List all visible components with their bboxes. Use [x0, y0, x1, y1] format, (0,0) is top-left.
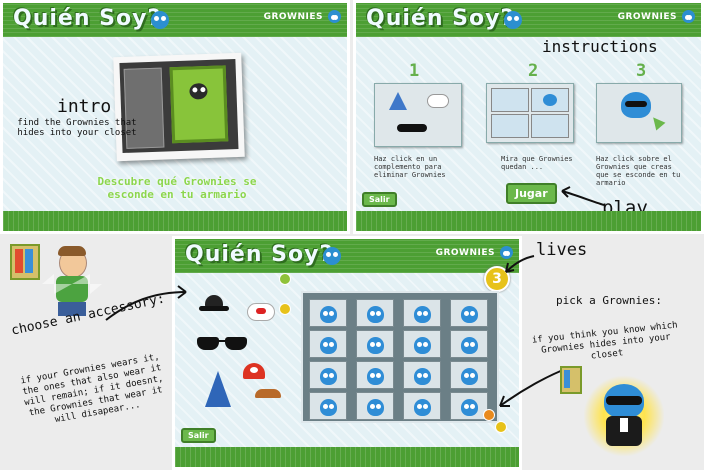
- instructions-footer: [356, 211, 701, 231]
- grownie-tile[interactable]: [403, 299, 441, 327]
- grownie-tile[interactable]: [356, 299, 394, 327]
- grownie-tile[interactable]: [309, 299, 347, 327]
- grownie-tile[interactable]: [356, 330, 394, 358]
- grownie-tile[interactable]: [309, 330, 347, 358]
- step-3-card: [596, 83, 682, 143]
- lives-arrow-icon: [505, 255, 535, 273]
- instructions-annotation: instructions: [542, 37, 658, 56]
- play-arrow-icon: [561, 186, 605, 206]
- cloud-accessory[interactable]: [247, 303, 275, 321]
- step-3-text: Haz click sobre el Grownies que creas qu…: [596, 155, 681, 187]
- intro-annotation-text: find the Grownies that hides into your c…: [17, 118, 137, 138]
- instructions-title: Quién Soy?: [366, 6, 515, 31]
- yellow-dot[interactable]: [495, 421, 507, 433]
- game-exit-button[interactable]: Salir: [181, 428, 216, 443]
- cloud-icon: [427, 94, 449, 108]
- lives-value: 3: [492, 271, 502, 287]
- instructions-panel: Quién Soy? GROWNIES instructions 1 2 3 H…: [353, 0, 704, 234]
- mini-closet-icon: [10, 244, 40, 280]
- grownie-tile[interactable]: [450, 361, 488, 389]
- step-1-number: 1: [409, 61, 420, 81]
- step-1-card: [374, 83, 462, 147]
- game-panel: Quién Soy? GROWNIES 3 Salir: [172, 236, 522, 470]
- intro-mascot-icon: [151, 11, 169, 29]
- sunglasses-accessory[interactable]: [197, 337, 247, 351]
- lives-annotation: lives: [536, 240, 588, 260]
- play-button[interactable]: Jugar: [506, 183, 557, 204]
- game-mascot-icon: [323, 247, 341, 265]
- grownie-tile[interactable]: [450, 330, 488, 358]
- step-1-text: Haz click en un complemento para elimina…: [374, 155, 446, 179]
- brand-bird-icon: [682, 10, 695, 23]
- grownie-mascot-sunglasses: [584, 374, 664, 458]
- grownie-in-closet: [169, 65, 229, 144]
- step-2-card: [486, 83, 574, 143]
- bowler-hat-accessory[interactable]: [199, 295, 229, 313]
- grownie-tile[interactable]: [356, 392, 394, 420]
- instructions-exit-button[interactable]: Salir: [362, 192, 397, 207]
- grownie-tile[interactable]: [403, 392, 441, 420]
- intro-subtitle: Descubre qué Grownies se esconde en tu a…: [97, 175, 257, 201]
- grownies-grid: [301, 291, 499, 423]
- grownie-tile[interactable]: [403, 330, 441, 358]
- step-2-number: 2: [528, 61, 539, 81]
- grownie-tile[interactable]: [403, 361, 441, 389]
- grownie-tile[interactable]: [356, 361, 394, 389]
- party-hat-icon: [389, 92, 407, 110]
- shuffle-dot[interactable]: [279, 273, 291, 285]
- intro-panel: Quién Soy? GROWNIES intro find the Grown…: [0, 0, 350, 234]
- game-footer: [175, 447, 519, 467]
- instructions-brand-logo: GROWNIES: [617, 12, 677, 22]
- instructions-mascot-icon: [504, 11, 522, 29]
- intro-annotation-title: intro: [57, 96, 112, 117]
- grownie-tile-icon: [531, 88, 569, 112]
- grownie-tile[interactable]: [309, 392, 347, 420]
- pick-explain-annotation: if you think you know which Grownies hid…: [531, 320, 679, 362]
- step-2-text: Mira que Grownies quedan ...: [501, 155, 573, 171]
- grownie-tile[interactable]: [309, 361, 347, 389]
- cursor-arrow-icon: [648, 113, 666, 131]
- brand-bird-icon: [328, 10, 341, 23]
- intro-brand-logo: GROWNIES: [263, 12, 323, 22]
- game-brand-logo: GROWNIES: [435, 248, 495, 258]
- grownie-tile[interactable]: [450, 299, 488, 327]
- mini-closet-icon-right: [560, 366, 582, 394]
- party-hat-accessory[interactable]: [205, 371, 231, 407]
- sunglasses-icon: [397, 124, 427, 132]
- closet-image: [113, 52, 245, 162]
- game-title: Quién Soy?: [185, 242, 334, 267]
- intro-title: Quién Soy?: [13, 6, 162, 31]
- step-3-number: 3: [636, 61, 647, 81]
- close-dot[interactable]: [279, 303, 291, 315]
- intro-footer: [3, 211, 347, 231]
- red-cap-accessory[interactable]: [243, 363, 265, 379]
- pick-grownies-annotation: pick a Grownies:: [556, 294, 662, 307]
- grownie-sunglasses-icon: [621, 92, 651, 118]
- accessory-explain-annotation: if your Grownies wears it, the ones that…: [19, 352, 165, 426]
- mustache-accessory[interactable]: [255, 389, 281, 398]
